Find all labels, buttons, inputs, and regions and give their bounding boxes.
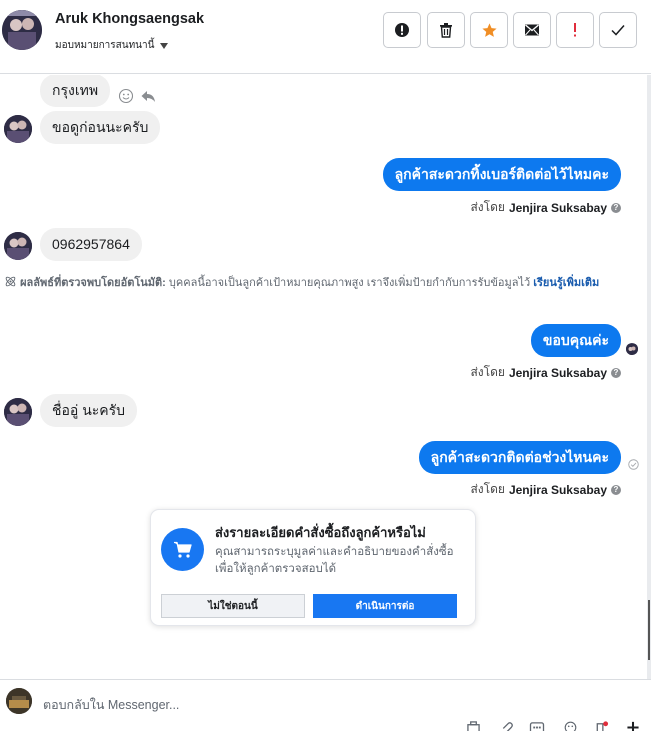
chevron-down-icon xyxy=(160,42,169,49)
scrollbar-thumb[interactable] xyxy=(648,600,650,660)
assign-conversation-dropdown[interactable]: มอบหมายการสนทนานี้ xyxy=(55,38,169,53)
seen-avatar xyxy=(626,343,638,355)
scrollbar-track[interactable] xyxy=(647,75,651,679)
assign-label: มอบหมายการสนทนานี้ xyxy=(55,40,155,51)
mark-unread-button[interactable] xyxy=(513,12,551,48)
outgoing-message[interactable]: ลูกค้าสะดวกทิ้งเบอร์ติดต่อไว้ไหมคะ xyxy=(382,158,621,191)
message-thread[interactable]: กรุงเทพ ขอดูก่อนนะครับ ลูกค้าสะดวกทิ้งเบ… xyxy=(0,75,651,679)
order-details-prompt-card: ส่งรายละเอียดคำสั่งซื้อถึงลูกค้าหรือไม่ … xyxy=(150,509,476,626)
saved-replies-icon[interactable] xyxy=(528,720,546,731)
outgoing-message[interactable]: ลูกค้าสะดวกติดต่อช่วงไหนคะ xyxy=(418,441,621,474)
delivered-check-icon xyxy=(628,459,639,470)
incoming-message[interactable]: ชื่ออู่ นะครับ xyxy=(40,394,138,427)
shopping-cart-icon xyxy=(161,528,204,571)
card-description: คุณสามารถระบุมูลค่าและคำอธิบายของคำสั่งซ… xyxy=(215,546,454,575)
envelope-icon xyxy=(525,24,539,36)
check-icon xyxy=(611,25,625,36)
incoming-message[interactable]: กรุงเทพ xyxy=(40,75,111,107)
contact-avatar-small xyxy=(4,115,32,143)
delete-button[interactable] xyxy=(427,12,465,48)
report-button[interactable] xyxy=(383,12,421,48)
conversation-header: Aruk Khongsaengsak มอบหมายการสนทนานี้ xyxy=(0,0,651,74)
star-icon xyxy=(481,22,497,37)
emoji-react-icon[interactable] xyxy=(118,88,134,104)
help-icon[interactable]: ? xyxy=(611,367,621,378)
contact-name[interactable]: Aruk Khongsaengsak xyxy=(55,11,204,27)
paperclip-icon[interactable] xyxy=(498,720,516,731)
emoji-icon[interactable] xyxy=(561,720,579,731)
exclamation-icon xyxy=(574,23,576,37)
outgoing-message[interactable]: ขอบคุณค่ะ xyxy=(530,324,621,357)
not-now-button[interactable]: ไม่ใช่ตอนนี้ xyxy=(161,594,305,618)
atom-icon xyxy=(5,276,16,287)
reply-input[interactable]: ตอบกลับใน Messenger... xyxy=(43,695,179,715)
continue-button[interactable]: ดำเนินการต่อ xyxy=(313,594,457,618)
card-title: ส่งรายละเอียดคำสั่งซื้อถึงลูกค้าหรือไม่ xyxy=(215,525,426,540)
more-tools-icon[interactable] xyxy=(624,720,642,731)
incoming-message[interactable]: 0962957864 xyxy=(40,228,142,261)
notification-icon[interactable] xyxy=(592,720,610,731)
attach-file-icon[interactable] xyxy=(464,720,482,731)
trash-icon xyxy=(440,23,452,38)
done-button[interactable] xyxy=(599,12,637,48)
sent-by-label: ส่งโดย Jenjira Suksabay ? xyxy=(470,198,621,217)
contact-avatar-small xyxy=(4,232,32,260)
auto-detected-lead-notice: ผลลัพธ์ที่ตรวจพบโดยอัตโนมัติ: บุคคลนี้อา… xyxy=(4,275,629,292)
star-button[interactable] xyxy=(470,12,508,48)
page-avatar xyxy=(6,688,32,714)
incoming-message[interactable]: ขอดูก่อนนะครับ xyxy=(40,111,161,144)
message-composer: ตอบกลับใน Messenger... xyxy=(0,679,651,731)
spam-button[interactable] xyxy=(556,12,594,48)
help-icon[interactable]: ? xyxy=(611,202,621,213)
learn-more-link[interactable]: เรียนรู้เพิ่มเติม xyxy=(533,277,599,289)
exclamation-circle-icon xyxy=(395,23,409,37)
contact-avatar[interactable] xyxy=(2,10,42,50)
contact-avatar-small xyxy=(4,398,32,426)
reply-icon[interactable] xyxy=(140,88,156,104)
sent-by-label: ส่งโดย Jenjira Suksabay ? xyxy=(470,363,621,382)
sent-by-label: ส่งโดย Jenjira Suksabay ? xyxy=(470,480,621,499)
help-icon[interactable]: ? xyxy=(611,484,621,495)
